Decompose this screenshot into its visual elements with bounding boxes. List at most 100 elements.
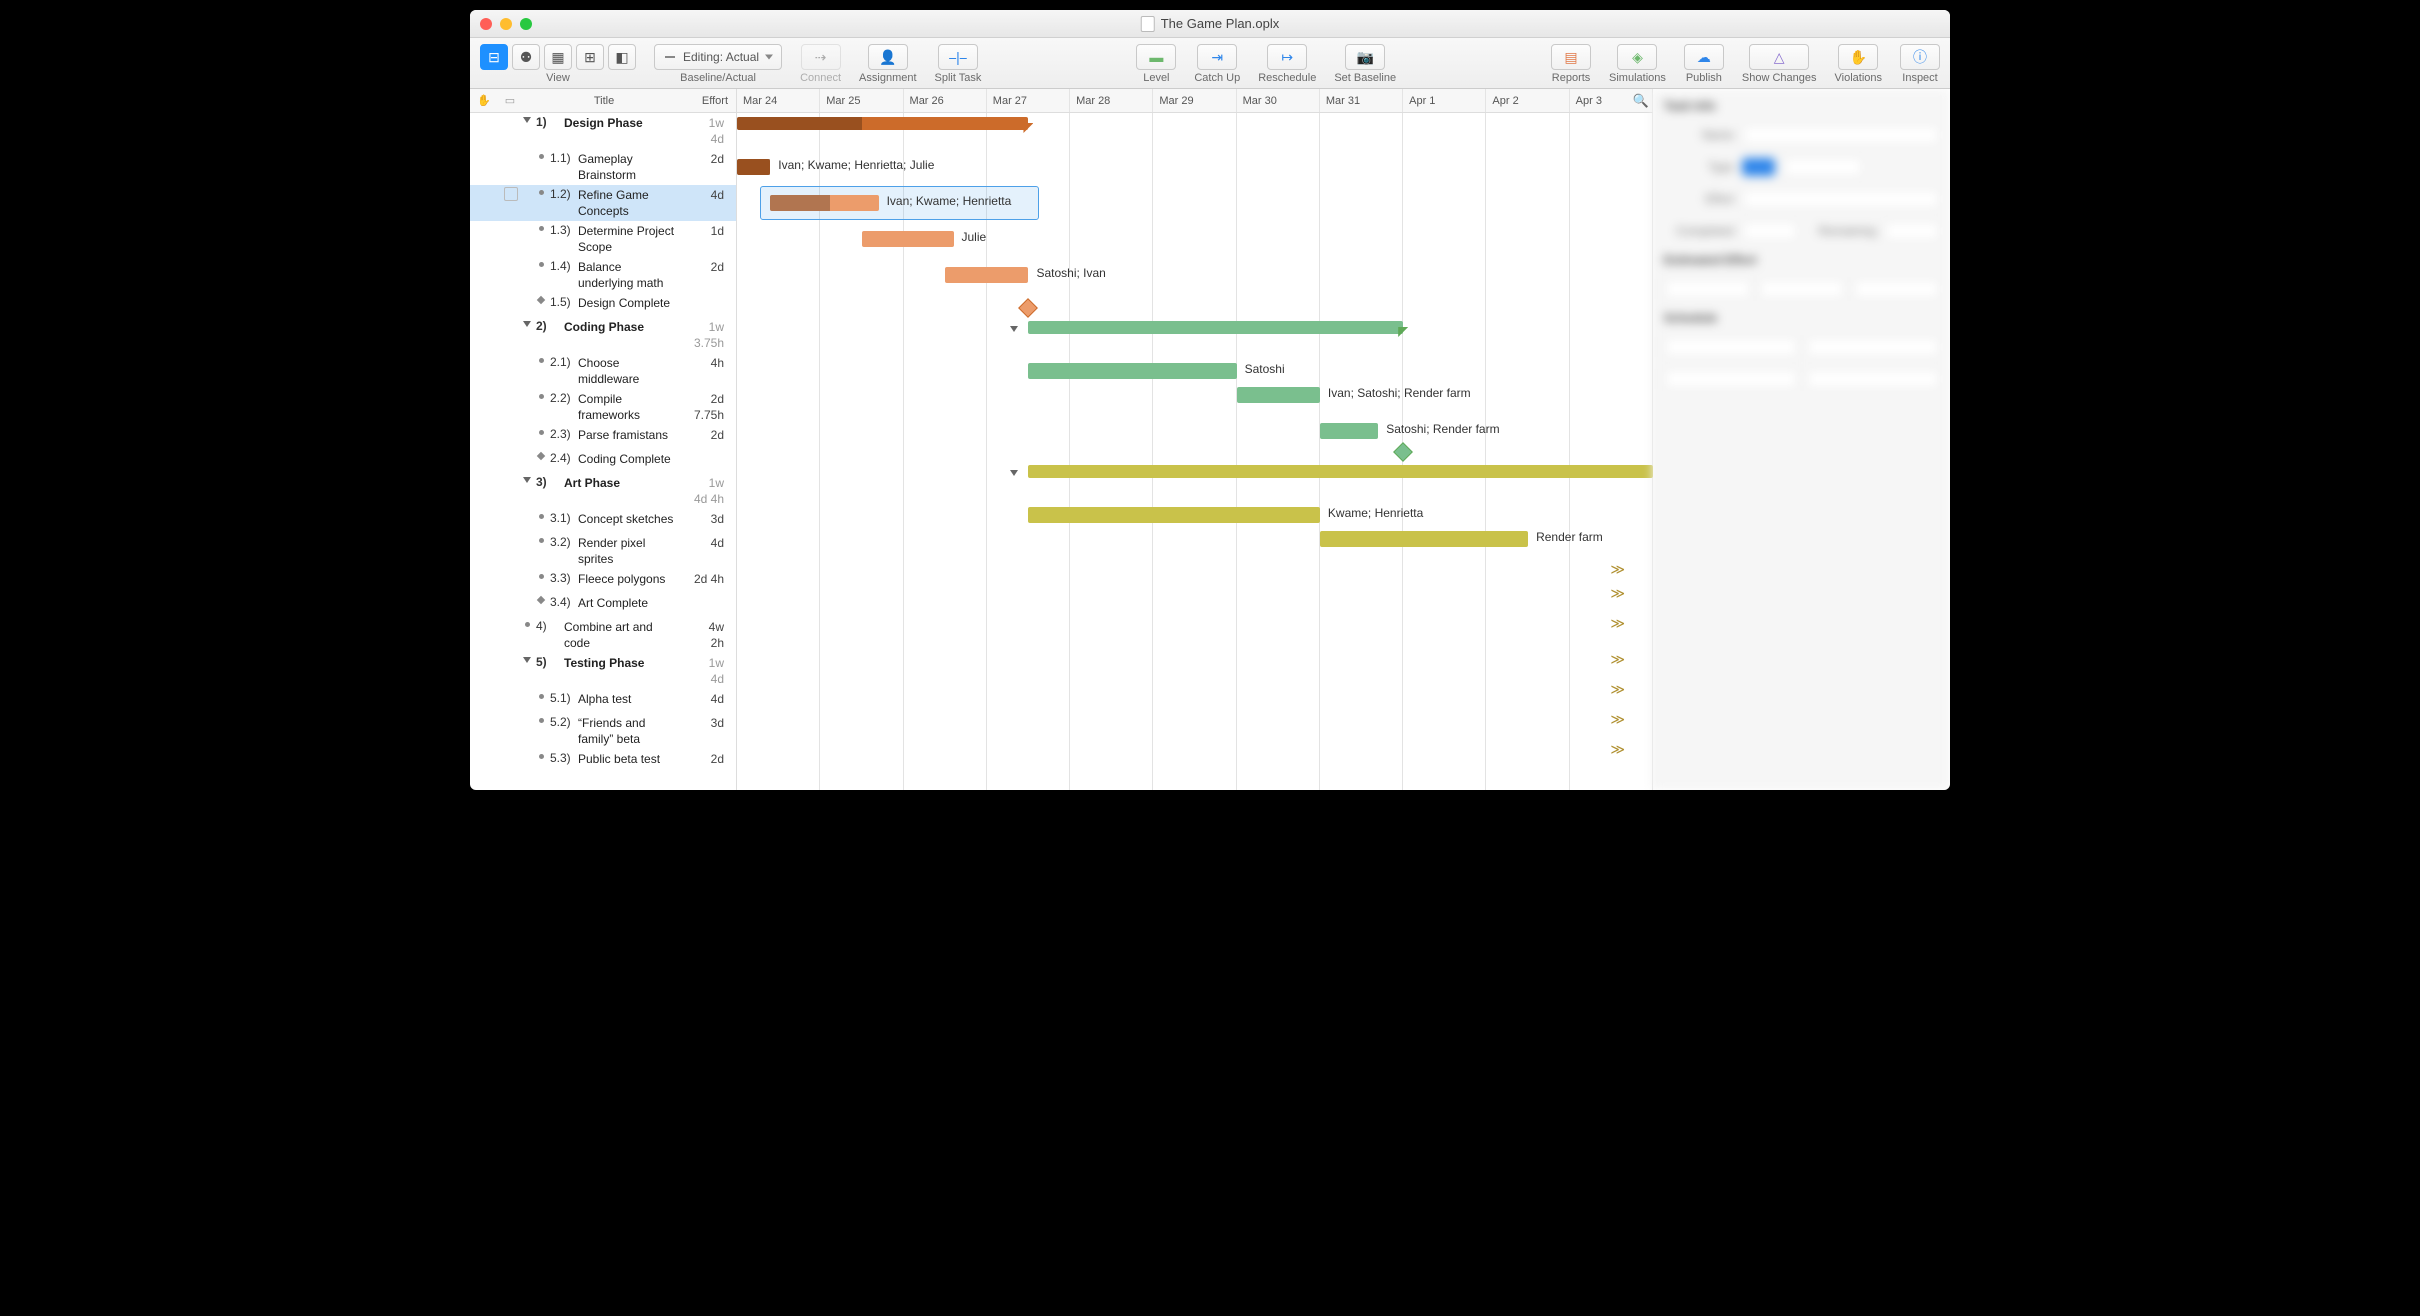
inspector-name-field[interactable] bbox=[1742, 125, 1940, 145]
inspector-remaining-field[interactable] bbox=[1884, 221, 1940, 241]
outline-row[interactable]: 1.2)Refine Game Concepts4d bbox=[470, 185, 736, 221]
split-task-button[interactable]: ⎯|⎯ bbox=[938, 44, 978, 70]
outline-row[interactable]: 2.4)Coding Complete bbox=[470, 449, 736, 473]
inspector-sched-c[interactable] bbox=[1664, 369, 1798, 389]
inspector-sched-b[interactable] bbox=[1806, 337, 1940, 357]
catch-up-button[interactable]: ⇥ bbox=[1197, 44, 1237, 70]
outline-row[interactable]: 1.3)Determine Project Scope1d bbox=[470, 221, 736, 257]
date-column-header[interactable]: Mar 30 bbox=[1237, 89, 1320, 112]
milestone-diamond[interactable] bbox=[1019, 298, 1039, 318]
outline-row[interactable]: 3)Art Phase1w4d 4h bbox=[470, 473, 736, 509]
inspector-type-pill[interactable] bbox=[1742, 158, 1775, 176]
level-button[interactable]: ▬ bbox=[1136, 44, 1176, 70]
simulations-button[interactable]: ◈ bbox=[1617, 44, 1657, 70]
calendar-view-button[interactable]: ▦ bbox=[544, 44, 572, 70]
inspector-panel[interactable]: Task Info Name Type Effort CompletedRema… bbox=[1653, 89, 1950, 790]
outline-row[interactable]: 5.1)Alpha test4d bbox=[470, 689, 736, 713]
close-icon[interactable] bbox=[480, 18, 492, 30]
outline-row[interactable]: 2.3)Parse framistans2d bbox=[470, 425, 736, 449]
drag-handle-icon[interactable]: ✋ bbox=[470, 94, 498, 107]
zoom-icon[interactable] bbox=[520, 18, 532, 30]
outline-row[interactable]: 5.3)Public beta test2d bbox=[470, 749, 736, 773]
outline-row[interactable]: 3.2)Render pixel sprites4d bbox=[470, 533, 736, 569]
offscreen-arrow-icon[interactable]: ≫ bbox=[1610, 741, 1625, 758]
offscreen-arrow-icon[interactable]: ≫ bbox=[1610, 585, 1625, 602]
disclosure-triangle-icon[interactable] bbox=[1010, 470, 1018, 476]
outline-row[interactable]: 3.1)Concept sketches3d bbox=[470, 509, 736, 533]
gantt-view-button[interactable]: ⊟ bbox=[480, 44, 508, 70]
style-view-button[interactable]: ◧ bbox=[608, 44, 636, 70]
inspector-type-aux[interactable] bbox=[1783, 157, 1862, 177]
gantt-body[interactable]: Ivan; Kwame; Henrietta; JulieIvan; Kwame… bbox=[737, 113, 1653, 790]
outline-row[interactable]: 4)Combine art and code4w2h bbox=[470, 617, 736, 653]
inspector-est-max[interactable] bbox=[1853, 279, 1940, 299]
offscreen-arrow-icon[interactable]: ≫ bbox=[1610, 711, 1625, 728]
outline-row[interactable]: 2.2)Compile frameworks2d7.75h bbox=[470, 389, 736, 425]
resource-view-button[interactable]: ⚉ bbox=[512, 44, 540, 70]
outline-row[interactable]: 1)Design Phase1w4d bbox=[470, 113, 736, 149]
minimize-icon[interactable] bbox=[500, 18, 512, 30]
set-baseline-button[interactable]: 📷 bbox=[1345, 44, 1385, 70]
outline-row[interactable]: 1.1)Gameplay Brainstorm2d bbox=[470, 149, 736, 185]
outline-row[interactable]: 1.5)Design Complete bbox=[470, 293, 736, 317]
date-column-header[interactable]: Apr 2 bbox=[1486, 89, 1569, 112]
inspect-button[interactable]: ⓘ bbox=[1900, 44, 1940, 70]
baseline-dropdown[interactable]: Editing: Actual bbox=[654, 44, 782, 70]
inspector-completed-field[interactable] bbox=[1742, 221, 1798, 241]
task-bar[interactable] bbox=[945, 267, 1028, 283]
network-view-button[interactable]: ⊞ bbox=[576, 44, 604, 70]
date-column-header[interactable]: Mar 27 bbox=[987, 89, 1070, 112]
outline-row[interactable]: 2.1)Choose middleware4h bbox=[470, 353, 736, 389]
date-column-header[interactable]: Mar 25 bbox=[820, 89, 903, 112]
group-bar[interactable] bbox=[737, 117, 1028, 130]
offscreen-arrow-icon[interactable]: ≫ bbox=[1610, 615, 1625, 632]
reschedule-button[interactable]: ↦ bbox=[1267, 44, 1307, 70]
date-column-header[interactable]: Mar 26 bbox=[904, 89, 987, 112]
titlebar[interactable]: The Game Plan.oplx bbox=[470, 10, 1950, 38]
outline-title-header[interactable]: Title bbox=[522, 95, 686, 107]
outline-row[interactable]: 5.2)“Friends and family” beta3d bbox=[470, 713, 736, 749]
task-bar[interactable] bbox=[770, 195, 878, 211]
offscreen-arrow-icon[interactable]: ≫ bbox=[1610, 561, 1625, 578]
task-bar[interactable] bbox=[737, 159, 770, 175]
date-column-header[interactable]: Mar 28 bbox=[1070, 89, 1153, 112]
inspector-sched-d[interactable] bbox=[1806, 369, 1940, 389]
milestone-diamond[interactable] bbox=[1393, 442, 1413, 462]
outline-row[interactable]: 1.4)Balance underlying math2d bbox=[470, 257, 736, 293]
disclosure-triangle-icon[interactable] bbox=[1010, 326, 1018, 332]
date-column-header[interactable]: Mar 24 bbox=[737, 89, 820, 112]
outline-row[interactable]: 3.4)Art Complete bbox=[470, 593, 736, 617]
disclosure-triangle-icon[interactable] bbox=[522, 475, 532, 485]
date-column-header[interactable]: Mar 31 bbox=[1320, 89, 1403, 112]
gantt-header[interactable]: Mar 24Mar 25Mar 26Mar 27Mar 28Mar 29Mar … bbox=[737, 89, 1653, 113]
date-column-header[interactable]: Mar 29 bbox=[1153, 89, 1236, 112]
assignment-button[interactable]: 👤 bbox=[868, 44, 908, 70]
inspector-est-min[interactable] bbox=[1664, 279, 1751, 299]
group-bar[interactable] bbox=[1028, 465, 1653, 478]
publish-button[interactable]: ☁ bbox=[1684, 44, 1724, 70]
task-bar[interactable] bbox=[1237, 387, 1320, 403]
offscreen-arrow-icon[interactable]: ≫ bbox=[1610, 681, 1625, 698]
disclosure-triangle-icon[interactable] bbox=[522, 115, 532, 125]
inspector-est-exp[interactable] bbox=[1759, 279, 1846, 299]
show-changes-button[interactable]: △ bbox=[1749, 44, 1809, 70]
inspector-sched-a[interactable] bbox=[1664, 337, 1798, 357]
outline-row[interactable]: 5)Testing Phase1w4d bbox=[470, 653, 736, 689]
task-bar[interactable] bbox=[1320, 531, 1528, 547]
note-icon[interactable] bbox=[504, 187, 518, 201]
offscreen-arrow-icon[interactable]: ≫ bbox=[1610, 651, 1625, 668]
group-bar[interactable] bbox=[1028, 321, 1403, 334]
violations-button[interactable]: ✋ bbox=[1838, 44, 1878, 70]
connect-button[interactable]: ⇢ bbox=[801, 44, 841, 70]
outline-effort-header[interactable]: Effort bbox=[686, 95, 736, 107]
inspector-effort-field[interactable] bbox=[1742, 189, 1940, 209]
outline-row[interactable]: 2)Coding Phase1w3.75h bbox=[470, 317, 736, 353]
notes-column-icon[interactable]: ▭ bbox=[498, 94, 522, 107]
zoom-icon[interactable]: 🔍 bbox=[1633, 93, 1649, 109]
date-column-header[interactable]: Apr 1 bbox=[1403, 89, 1486, 112]
task-bar[interactable] bbox=[862, 231, 954, 247]
disclosure-triangle-icon[interactable] bbox=[522, 319, 532, 329]
disclosure-triangle-icon[interactable] bbox=[522, 655, 532, 665]
outline-rows[interactable]: 1)Design Phase1w4d1.1)Gameplay Brainstor… bbox=[470, 113, 736, 790]
outline-row[interactable]: 3.3)Fleece polygons2d 4h bbox=[470, 569, 736, 593]
